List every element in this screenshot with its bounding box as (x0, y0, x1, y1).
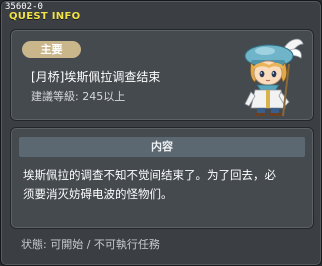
quest-description-line: 须要消灭妨碍电波的怪物们。 (23, 187, 173, 201)
quest-content-panel: 内容 埃斯佩拉的调查不知不觉间结束了。为了回去，必 须要消灭妨碍电波的怪物们。 (10, 127, 314, 229)
quest-description-line: 埃斯佩拉的调查不知不觉间结束了。为了回去，必 (23, 168, 276, 182)
window-title: QUEST INFO (9, 11, 81, 22)
quest-status: 状態: 可開始 / 不可執行任務 (21, 238, 160, 251)
quest-description: 埃斯佩拉的调查不知不觉间结束了。为了回去，必 须要消灭妨碍电波的怪物们。 (23, 166, 305, 204)
npc-portrait (244, 38, 304, 116)
quest-type-badge: 主要 (22, 41, 81, 58)
quest-level-requirement: 建議等級: 245以上 (31, 90, 126, 103)
quest-summary-panel: 主要 [月桥]埃斯佩拉调查结束 建議等級: 245以上 (10, 29, 314, 121)
quest-info-window: 35602-0 QUEST INFO 主要 [月桥]埃斯佩拉调查结束 建議等級:… (0, 0, 322, 266)
content-section-header: 内容 (19, 137, 305, 157)
quest-name: [月桥]埃斯佩拉调查结束 (31, 70, 161, 84)
